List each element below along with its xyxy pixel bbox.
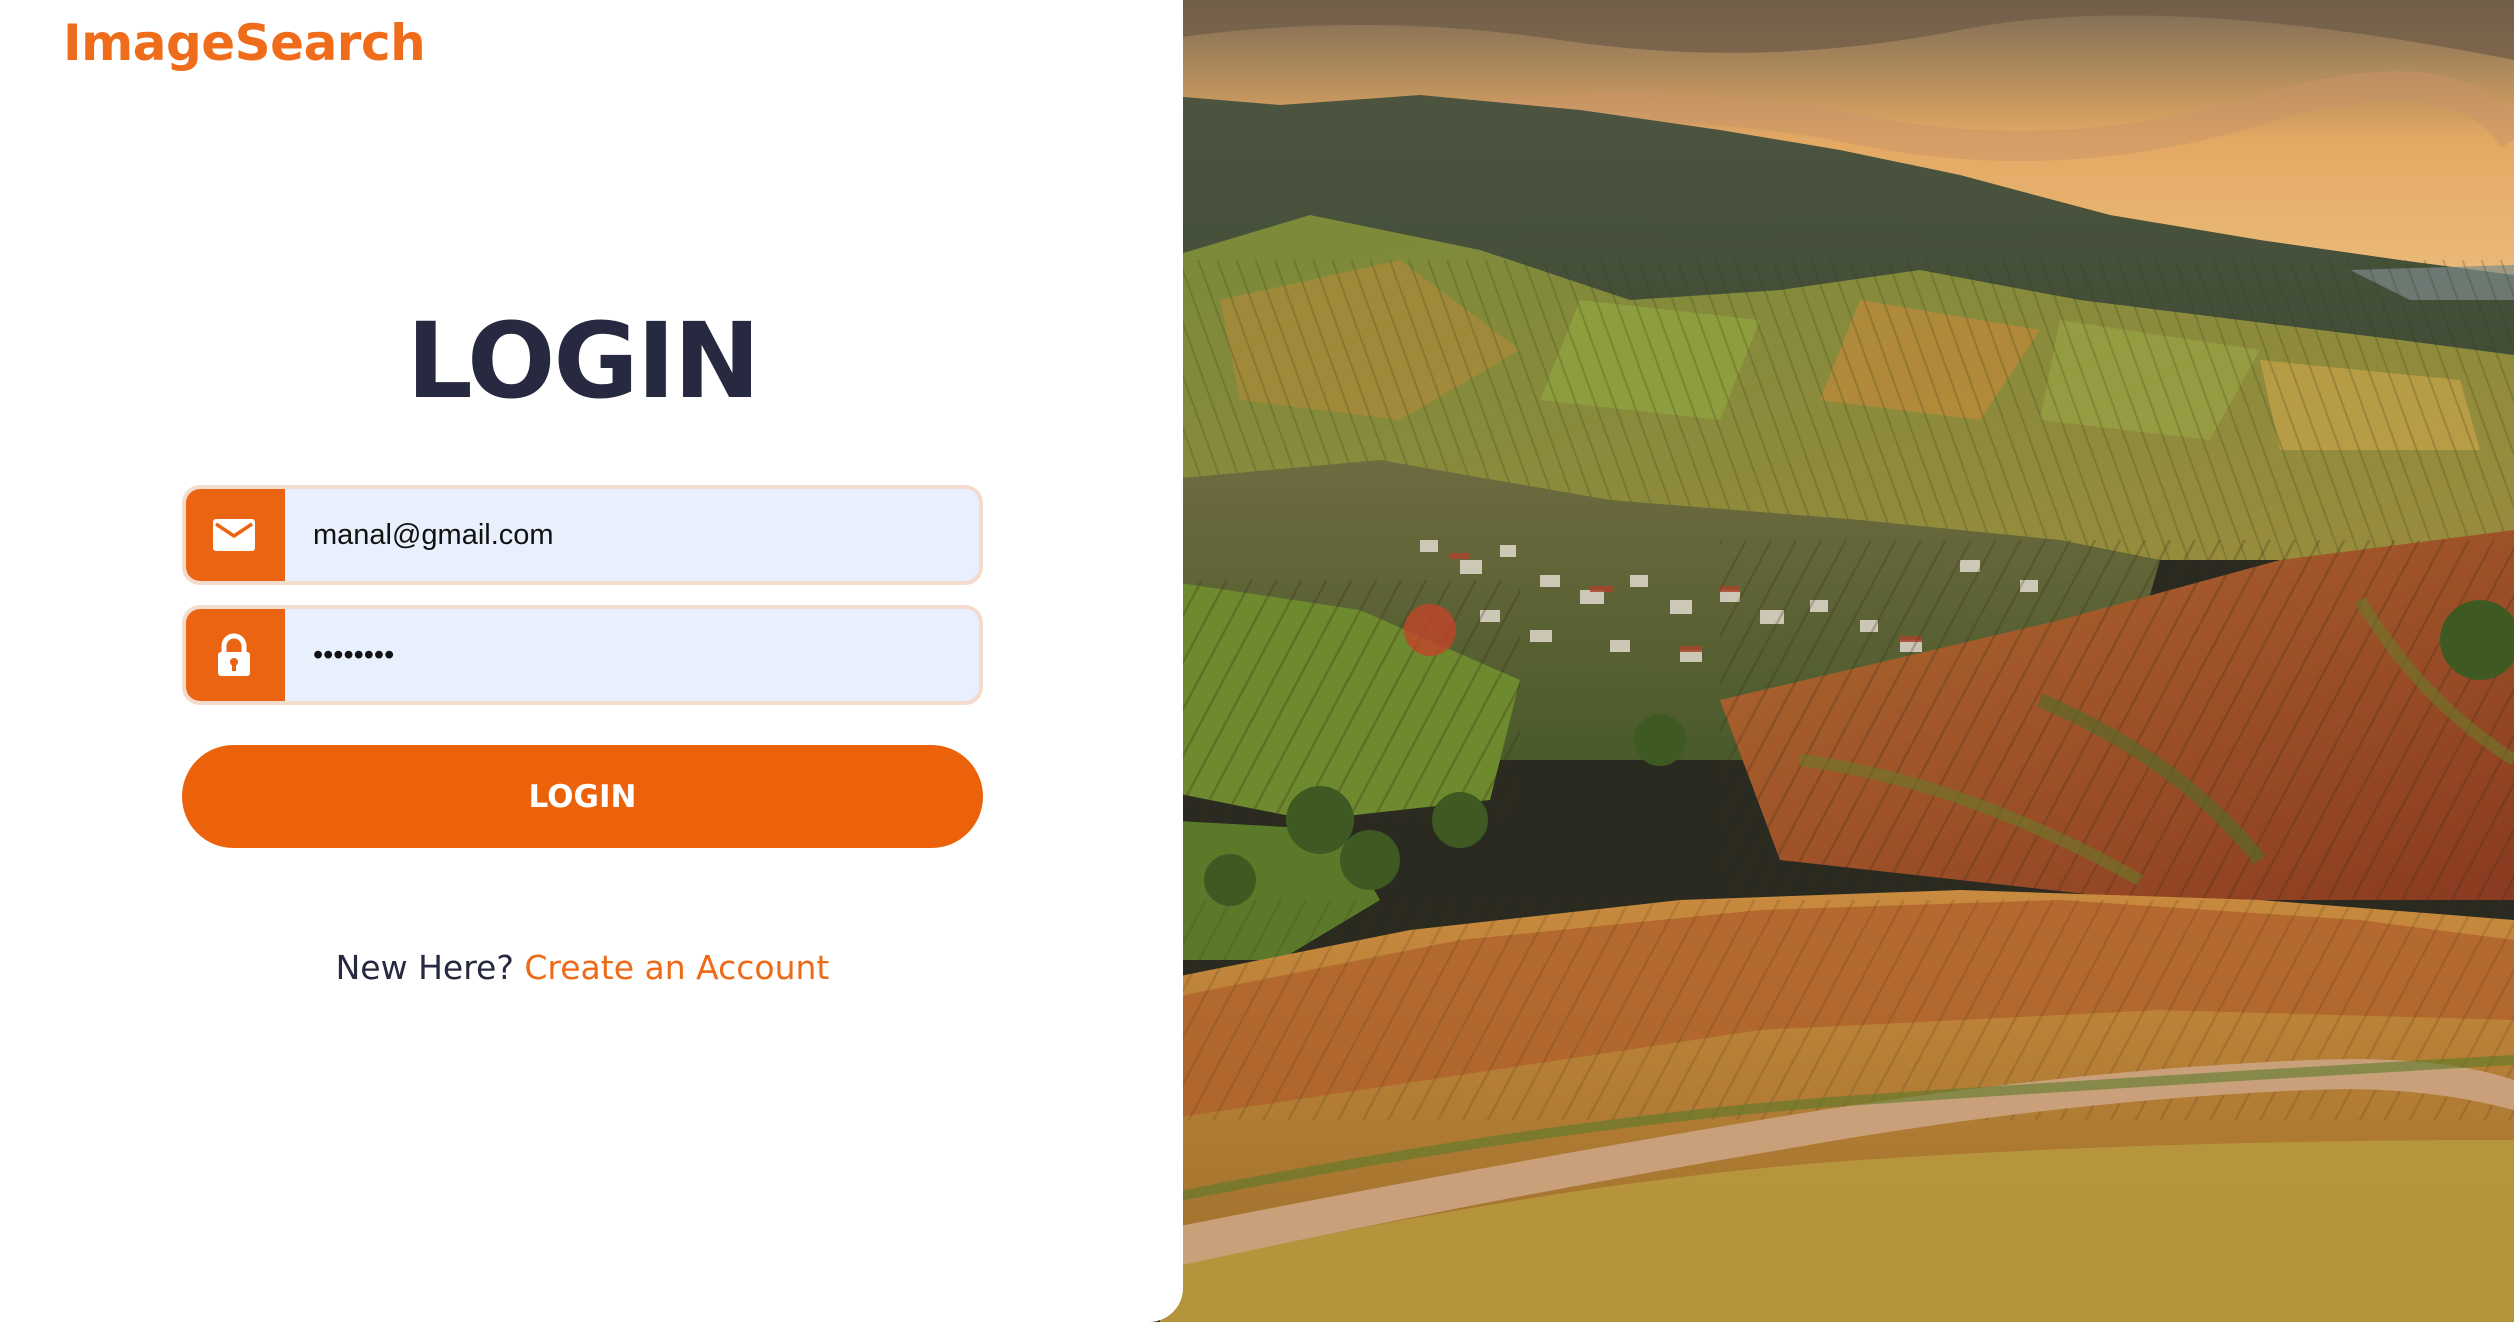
email-field[interactable] [182, 485, 983, 585]
login-panel: ImageSearch LOGIN LOGIN New Here? Create… [0, 0, 1183, 1322]
brand-logo[interactable]: ImageSearch [63, 14, 426, 72]
vineyard-landscape-illustration [1160, 0, 2514, 1322]
signup-prompt: New Here? Create an Account [0, 948, 1165, 987]
password-field[interactable] [182, 605, 983, 705]
lock-icon [186, 609, 285, 701]
lock-icon-glyph [217, 633, 250, 676]
page-title: LOGIN [406, 300, 760, 422]
hero-landscape-image [1160, 0, 2514, 1322]
signup-prompt-text: New Here? [335, 948, 514, 987]
login-button[interactable]: LOGIN [182, 745, 983, 848]
email-input[interactable] [313, 489, 963, 581]
password-input[interactable] [313, 609, 963, 701]
mail-icon-glyph [212, 519, 255, 551]
mail-icon [186, 489, 285, 581]
create-account-link[interactable]: Create an Account [524, 948, 829, 987]
